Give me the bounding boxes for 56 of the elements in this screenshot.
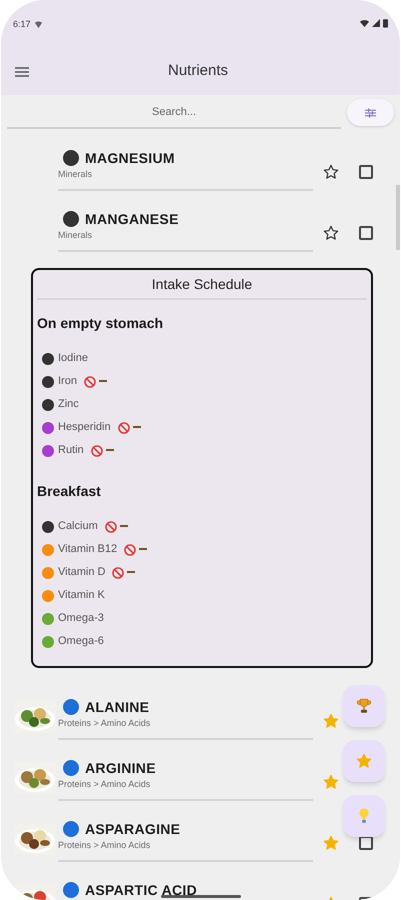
nutrient-name: Vitamin B12 [58,542,118,558]
no-coffee-icon [118,422,144,434]
app-title: Nutrients [168,61,228,82]
nutrient-name: Vitamin K [58,588,105,604]
nutrient-name: MAGNESIUM [85,150,175,166]
nutrient-category: Proteins > Amino Acids [58,717,152,729]
section-title: Breakfast [37,482,102,500]
star-icon[interactable] [323,164,339,180]
list-item[interactable]: MAGNESIUM Minerals [58,136,313,191]
nutrient-name: Vitamin D [58,565,106,580]
nutrient-category: Proteins > Amino Acids [58,839,152,851]
list-item[interactable]: ARGININE Proteins > Amino Acids [58,746,313,801]
nutrient-name: ASPARAGINE [85,821,180,837]
floating-action-button[interactable] [343,685,385,727]
scrollbar[interactable] [396,185,400,250]
no-coffee-icon [104,520,131,532]
floating-action-button[interactable] [343,740,385,782]
nutrient-category: Proteins > Amino Acids [58,778,152,790]
nutrient-name: ASPARTIC ACID [85,882,198,898]
notification-icon [34,20,43,30]
nutrient-name: Iron [58,374,77,390]
nutrient-name: Calcium [58,519,98,534]
nutrient-name: Omega-6 [58,634,104,650]
trophy-icon [355,697,373,715]
sliders-icon [365,108,376,118]
nutrient-name: Zinc [58,397,79,412]
status-time: 6:17 [13,18,31,31]
no-coffee-icon [84,376,110,388]
nutrient-name: Omega-3 [58,611,104,626]
section-title: On empty stomach [37,314,164,332]
nutrient-name: Hesperidin [58,420,111,436]
star-icon[interactable] [323,712,339,728]
nutrient-category: Minerals [58,168,94,180]
star-icon[interactable] [356,753,372,769]
checkbox[interactable] [359,226,373,240]
wifi-icon [360,18,369,28]
nutrient-name: Rutin [58,443,84,458]
nutrient-category: Minerals [58,229,94,241]
no-coffee-icon [90,444,117,456]
nutrient-name: ALANINE [85,699,150,715]
popup-title: Intake Schedule [37,270,367,300]
nutrient-name: Iodine [58,351,88,366]
search-field[interactable]: Search... [7,96,341,128]
signal-icon [372,19,380,27]
filter-button[interactable] [347,99,394,126]
star-icon[interactable] [323,834,339,850]
list-item[interactable]: MANGANESE Minerals [58,197,313,252]
list-item[interactable]: ALANINE Proteins > Amino Acids [58,685,313,740]
nutrient-name: ARGININE [85,760,156,776]
list-item[interactable]: ASPARAGINE Proteins > Amino Acids [58,807,313,862]
star-icon[interactable] [323,774,339,790]
checkbox[interactable] [359,164,373,178]
menu-icon[interactable] [15,66,29,76]
battery-icon [383,18,388,28]
star-icon[interactable] [323,224,339,240]
nutrient-name: MANGANESE [85,211,179,227]
